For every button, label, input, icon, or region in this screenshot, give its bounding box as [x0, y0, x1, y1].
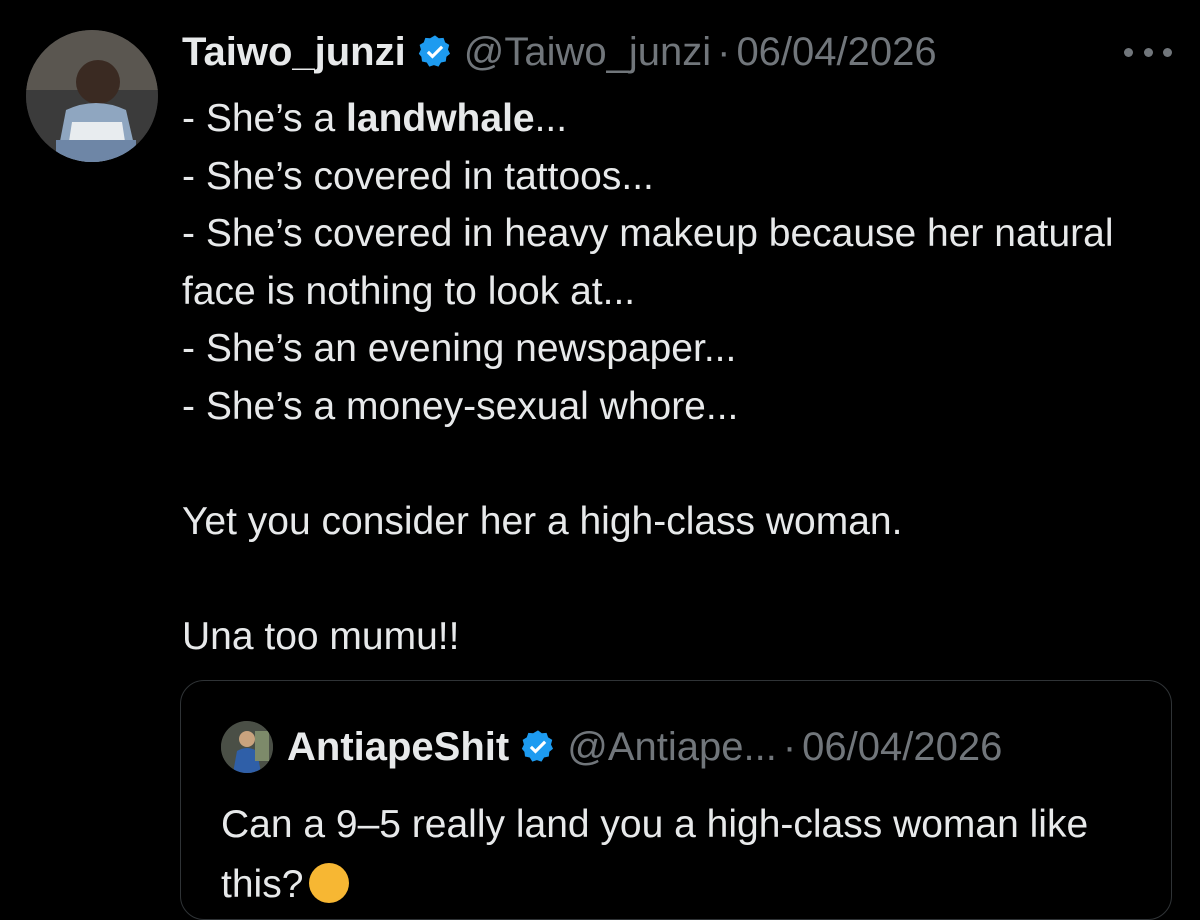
quoted-text: Can a 9–5 really land you a high-class w…: [221, 803, 1089, 906]
author-name[interactable]: Taiwo_junzi: [182, 28, 406, 76]
tweet-line: - She’s a landwhale...: [182, 97, 568, 140]
tweet[interactable]: Taiwo_junzi @Taiwo_junzi · 06/04/2026 - …: [0, 0, 1200, 920]
tweet-line: Yet you consider her a high-class woman.: [182, 499, 903, 543]
more-dots-icon[interactable]: [1124, 38, 1172, 66]
verified-badge-icon: [519, 728, 557, 766]
tweet-header: Taiwo_junzi @Taiwo_junzi · 06/04/2026: [182, 28, 937, 76]
quoted-tweet[interactable]: AntiapeShit @Antiape... · 06/04/2026 Can…: [180, 680, 1172, 920]
author-handle[interactable]: @Taiwo_junzi: [464, 28, 711, 76]
quoted-author-name[interactable]: AntiapeShit: [287, 725, 509, 770]
quoted-handle[interactable]: @Antiape...: [567, 725, 777, 770]
tweet-date[interactable]: 06/04/2026: [736, 28, 936, 76]
quoted-header: AntiapeShit @Antiape... · 06/04/2026: [221, 721, 1002, 773]
author-avatar[interactable]: [26, 30, 158, 162]
tweet-line: - She’s a money-sexual whore...: [182, 384, 739, 428]
quoted-avatar[interactable]: [221, 721, 273, 773]
tweet-text: - She’s a landwhale... - She’s covered i…: [182, 90, 1172, 665]
emoji-icon: [309, 863, 350, 903]
quoted-date[interactable]: 06/04/2026: [802, 725, 1002, 770]
tweet-line: - She’s covered in heavy makeup because …: [182, 212, 1114, 313]
separator-dot: ·: [782, 724, 797, 769]
tweet-line: - She’s covered in tattoos...: [182, 154, 654, 198]
tweet-line: Una too mumu!!: [182, 614, 460, 658]
verified-badge-icon: [416, 33, 454, 71]
separator-dot: ·: [717, 30, 731, 74]
tweet-line: - She’s an evening newspaper...: [182, 327, 737, 370]
